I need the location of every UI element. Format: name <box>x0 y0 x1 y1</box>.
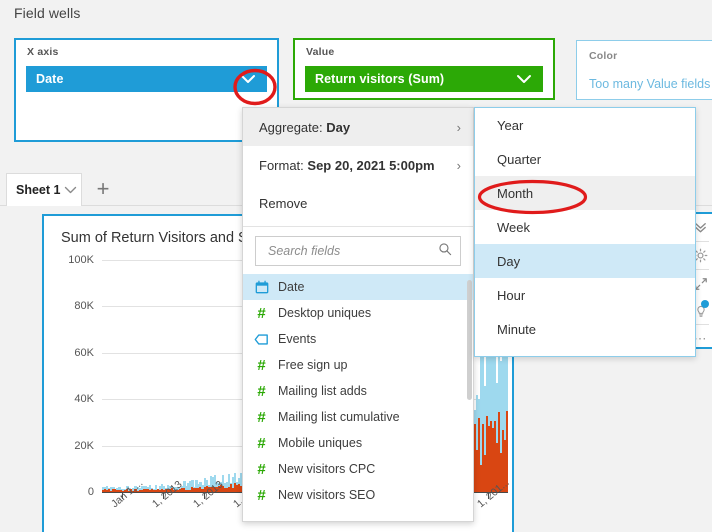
insights-badge <box>701 300 709 308</box>
submenu-item-month[interactable]: Month <box>475 176 695 210</box>
chart-y-tick-label: 40K <box>74 393 94 406</box>
field-list-item[interactable]: # Desktop uniques <box>243 300 473 326</box>
chevron-down-icon[interactable] <box>64 181 77 199</box>
field-list-item[interactable]: Date <box>243 274 473 300</box>
field-well-color-label: Color <box>589 50 618 62</box>
field-well-x-axis[interactable]: X axis Date <box>14 38 279 142</box>
hash-icon: # <box>257 486 266 504</box>
field-list-item-label: Date <box>278 280 305 294</box>
menu-item-format[interactable]: Format: Sep 20, 2021 5:00pm › <box>243 146 473 184</box>
field-list-item-label: Events <box>278 332 317 346</box>
field-well-color-message: Too many Value fields fo <box>589 77 712 91</box>
chart-y-tick-label: 80K <box>74 300 94 313</box>
field-list-item[interactable]: # Free sign up <box>243 352 473 378</box>
submenu-item-year[interactable]: Year <box>475 108 695 142</box>
chevron-right-icon: › <box>456 157 461 173</box>
chart-y-tick-label: 20K <box>74 439 94 452</box>
menu-item-format-value: Sep 20, 2021 5:00pm <box>307 157 435 173</box>
field-list[interactable]: Date # Desktop uniques Events # Free sign up #… <box>243 274 473 521</box>
field-pill-return-visitors-label: Return visitors (Sum) <box>315 72 445 86</box>
field-pill-return-visitors[interactable]: Return visitors (Sum) <box>305 66 543 92</box>
submenu-item-week[interactable]: Week <box>475 210 695 244</box>
chevron-down-icon[interactable] <box>513 74 535 84</box>
page-title: Field wells <box>14 5 81 21</box>
menu-item-aggregate-prefix: Aggregate: <box>259 119 327 135</box>
submenu-item-label: Minute <box>497 321 537 337</box>
search-fields-box[interactable] <box>255 236 461 266</box>
chart-title: Sum of Return Visitors and Su <box>61 230 256 246</box>
submenu-item-label: Hour <box>497 287 526 303</box>
field-list-item[interactable]: # Mobile uniques <box>243 430 473 456</box>
tag-icon <box>254 333 269 345</box>
field-list-item[interactable]: Events <box>243 326 473 352</box>
hash-icon: # <box>257 304 266 322</box>
field-list-item-label: Mailing list cumulative <box>278 410 400 424</box>
sheet-tab-sheet-1[interactable]: Sheet 1 <box>6 173 82 206</box>
field-list-item-label: New visitors SEO <box>278 488 376 502</box>
chart-y-tick-label: 0 <box>87 486 94 498</box>
menu-item-aggregate[interactable]: Aggregate: Day › <box>243 108 473 146</box>
menu-item-aggregate-value: Day <box>326 119 351 135</box>
submenu-item-quarter[interactable]: Quarter <box>475 142 695 176</box>
search-fields-container <box>243 227 473 276</box>
submenu-item-label: Year <box>497 117 524 133</box>
field-well-x-axis-label: X axis <box>27 46 59 58</box>
field-well-value[interactable]: Value Return visitors (Sum) <box>293 38 555 100</box>
search-input[interactable] <box>266 243 438 259</box>
hash-icon: # <box>257 408 266 426</box>
chevron-down-icon[interactable] <box>237 74 259 84</box>
aggregate-submenu[interactable]: Year Quarter Month Week Day Hour Minute <box>474 107 696 357</box>
field-well-color[interactable]: Color Too many Value fields fo <box>576 40 712 100</box>
field-pill-date[interactable]: Date <box>26 66 267 92</box>
field-list-item[interactable]: # New visitors CPC <box>243 456 473 482</box>
hash-icon: # <box>257 356 266 374</box>
submenu-item-label: Day <box>497 253 521 269</box>
submenu-item-minute[interactable]: Minute <box>475 312 695 346</box>
field-list-scrollbar[interactable] <box>467 280 472 400</box>
menu-item-format-prefix: Format: <box>259 157 308 173</box>
field-list-item[interactable]: # Mailing list adds <box>243 378 473 404</box>
search-icon[interactable] <box>438 242 452 261</box>
chevron-right-icon: › <box>456 119 461 135</box>
menu-item-remove[interactable]: Remove <box>243 184 473 222</box>
field-list-item-label: Mobile uniques <box>278 436 363 450</box>
submenu-item-label: Quarter <box>497 151 542 167</box>
field-list-item-label: Mailing list adds <box>278 384 367 398</box>
field-list-item-label: New visitors CPC <box>278 462 376 476</box>
submenu-item-label: Month <box>497 185 534 201</box>
field-well-value-label: Value <box>306 46 335 58</box>
menu-item-remove-label: Remove <box>259 195 308 211</box>
chart-y-tick-label: 60K <box>74 346 94 359</box>
hash-icon: # <box>257 382 266 400</box>
hash-icon: # <box>257 434 266 452</box>
submenu-item-hour[interactable]: Hour <box>475 278 695 312</box>
chart-y-tick-label: 100K <box>68 254 94 266</box>
submenu-item-day[interactable]: Day <box>475 244 695 278</box>
field-pill-date-label: Date <box>36 72 64 86</box>
field-list-item-label: Free sign up <box>278 358 348 372</box>
field-list-item[interactable]: # Mailing list cumulative <box>243 404 473 430</box>
hash-icon: # <box>257 460 266 478</box>
submenu-item-label: Week <box>497 219 530 235</box>
field-list-item[interactable]: # New visitors SEO <box>243 482 473 508</box>
chart-y-axis: 0 20K 40K 60K 80K 100K <box>44 254 100 498</box>
field-context-menu[interactable]: Aggregate: Day › Format: Sep 20, 2021 5:… <box>242 107 474 522</box>
add-sheet-button[interactable]: + <box>90 176 116 202</box>
field-list-item-label: Desktop uniques <box>278 306 372 320</box>
calendar-icon <box>254 280 269 294</box>
sheet-tab-label: Sheet 1 <box>16 183 61 197</box>
